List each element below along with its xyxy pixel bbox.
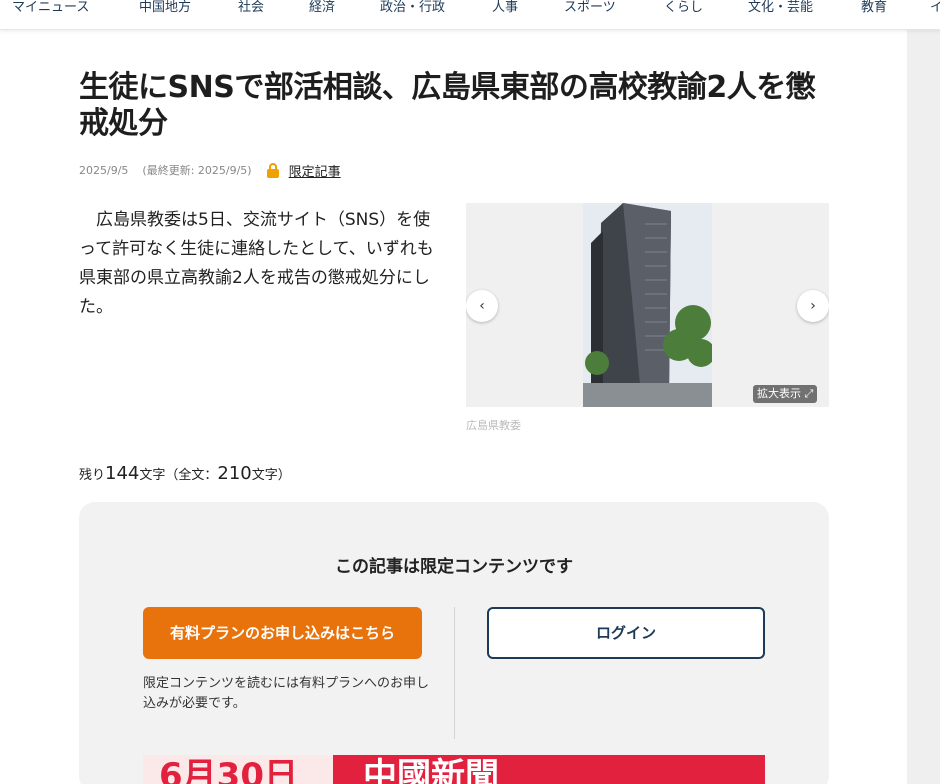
nav-item-education[interactable]: 教育 (861, 0, 887, 18)
zoom-button[interactable]: 拡大表示 ⤢ (753, 385, 818, 403)
nav-item-more[interactable]: イ (930, 0, 940, 18)
article-meta: 2025/9/5 (最終更新: 2025/9/5) 限定記事 (79, 161, 341, 180)
top-nav: マイニュース 中国地方 社会 経済 政治・行政 人事 スポーツ くらし 文化・芸… (0, 0, 940, 30)
nav-item-chugoku[interactable]: 中国地方 (139, 0, 191, 18)
nav-item-living[interactable]: くらし (664, 0, 703, 18)
paywall-heading: この記事は限定コンテンツです (335, 557, 573, 577)
remaining-unit: 文字（全文： (139, 468, 218, 483)
article-lead-text: 広島県教委は5日、交流サイト（SNS）を使って許可なく生徒に連絡したとして、いず… (79, 210, 434, 317)
remaining-count: 144 (105, 463, 140, 484)
updated-date: (最終更新: 2025/9/5) (142, 164, 252, 177)
nav-item-sports[interactable]: スポーツ (564, 0, 616, 18)
gallery-next-button[interactable]: › (797, 290, 829, 322)
nav-item-mynews[interactable]: マイニュース (12, 0, 89, 18)
nav-item-culture[interactable]: 文化・芸能 (748, 0, 813, 18)
expand-icon: ⤢ (804, 387, 814, 400)
limited-article-link[interactable]: 限定記事 (289, 161, 341, 180)
publish-date: 2025/9/5 (79, 163, 129, 177)
lock-icon (266, 162, 280, 178)
right-side-panel (907, 30, 940, 784)
paid-plan-signup-button[interactable]: 有料プランのお申し込みはこちら (143, 607, 422, 659)
article-lead: 広島県教委は5日、交流サイト（SNS）を使って許可なく生徒に連絡したとして、いず… (79, 206, 444, 322)
total-count: 210 (217, 463, 252, 484)
image-caption: 広島県教委 (466, 419, 521, 432)
promo-banner[interactable]: 6月30日 中國新聞 (143, 755, 765, 784)
paywall-box: この記事は限定コンテンツです 有料プランのお申し込みはこちら 限定コンテンツを読… (79, 502, 829, 784)
paywall-divider (454, 607, 455, 739)
paywall-note: 限定コンテンツを読むには有料プランへのお申し込みが必要です。 (143, 676, 430, 711)
building-illustration (583, 203, 715, 407)
building-photo[interactable] (583, 203, 715, 407)
promo-date: 6月30日 (159, 756, 298, 784)
nav-item-society[interactable]: 社会 (238, 0, 264, 18)
remaining-chars: 残り144文字（全文：210文字） (79, 463, 291, 484)
nav-item-politics[interactable]: 政治・行政 (380, 0, 445, 18)
image-gallery: ‹ › 拡大表示 ⤢ (466, 203, 829, 407)
nav-item-personnel[interactable]: 人事 (492, 0, 518, 18)
login-button[interactable]: ログイン (487, 607, 765, 659)
remaining-suffix: 文字） (251, 468, 291, 483)
zoom-label: 拡大表示 (757, 387, 801, 400)
remaining-prefix: 残り (79, 468, 106, 483)
nav-item-economy[interactable]: 経済 (309, 0, 335, 18)
gallery-prev-button[interactable]: ‹ (466, 290, 498, 322)
article-title: 生徒にSNSで部活相談、広島県東部の高校教諭2人を懲戒処分 (79, 70, 816, 141)
promo-brand: 中國新聞 (363, 756, 499, 784)
